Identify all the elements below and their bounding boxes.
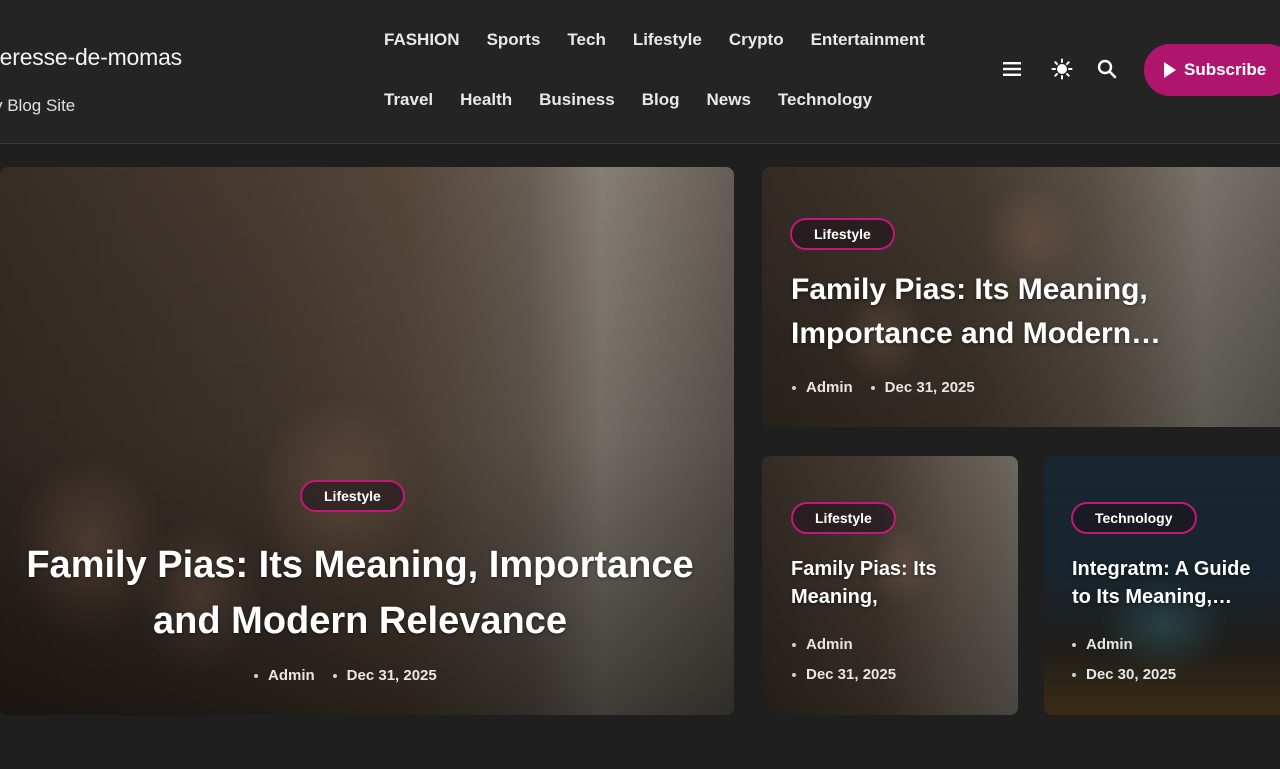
bullet-icon xyxy=(332,673,337,678)
post-author[interactable]: Admin xyxy=(806,636,853,653)
post-meta-date: Dec 31, 2025 xyxy=(792,666,896,683)
category-badge[interactable]: Lifestyle xyxy=(300,480,405,512)
bullet-icon xyxy=(1072,672,1076,677)
sun-icon[interactable] xyxy=(1051,58,1073,80)
post-title[interactable]: Family Pias: Its Meaning, xyxy=(791,555,961,611)
bullet-icon xyxy=(792,672,796,677)
featured-post-bottom-right[interactable]: Technology Integratm: A Guide to Its Mea… xyxy=(1044,456,1280,715)
featured-post-main[interactable]: Lifestyle Family Pias: Its Meaning, Impo… xyxy=(0,167,734,715)
nav-item-travel[interactable]: Travel xyxy=(384,90,433,110)
post-meta-author: Admin xyxy=(1072,636,1133,653)
post-author[interactable]: Admin xyxy=(1086,636,1133,653)
post-meta: Admin Dec 31, 2025 xyxy=(792,379,975,396)
nav-item-entertainment[interactable]: Entertainment xyxy=(811,30,925,50)
bullet-icon xyxy=(1072,642,1076,647)
primary-nav-row-2: Travel Health Business Blog News Technol… xyxy=(384,90,899,110)
category-badge[interactable]: Technology xyxy=(1071,502,1197,534)
post-title[interactable]: Integratm: A Guide to Its Meaning,… xyxy=(1072,555,1272,611)
post-meta-author: Admin xyxy=(792,636,853,653)
nav-item-crypto[interactable]: Crypto xyxy=(729,30,784,50)
post-title[interactable]: Family Pias: Its Meaning, Importance and… xyxy=(791,268,1231,356)
nav-item-news[interactable]: News xyxy=(707,90,751,110)
site-tagline: y Blog Site xyxy=(0,96,76,115)
post-date: Dec 30, 2025 xyxy=(1086,666,1177,683)
bullet-icon xyxy=(792,385,796,390)
nav-item-tech[interactable]: Tech xyxy=(567,30,605,50)
post-date: Dec 31, 2025 xyxy=(884,379,975,396)
post-title[interactable]: Family Pias: Its Meaning, Importance and… xyxy=(10,537,710,649)
subscribe-label: Subscribe xyxy=(1184,60,1267,79)
site-header: rteresse-de-momas y Blog Site FASHION Sp… xyxy=(0,0,1280,144)
post-meta-date: Dec 30, 2025 xyxy=(1072,666,1176,683)
nav-item-lifestyle[interactable]: Lifestyle xyxy=(633,30,702,50)
featured-post-bottom-left[interactable]: Lifestyle Family Pias: Its Meaning, Admi… xyxy=(762,456,1018,715)
category-badge[interactable]: Lifestyle xyxy=(790,218,895,250)
primary-nav-row-1: FASHION Sports Tech Lifestyle Crypto Ent… xyxy=(384,30,952,50)
nav-item-business[interactable]: Business xyxy=(539,90,615,110)
bullet-icon xyxy=(870,385,875,390)
menu-icon[interactable] xyxy=(1001,58,1023,80)
subscribe-button[interactable]: Subscribe xyxy=(1144,44,1280,96)
play-icon xyxy=(1164,62,1176,78)
post-author[interactable]: Admin xyxy=(806,379,853,396)
search-icon[interactable] xyxy=(1096,58,1118,80)
bullet-icon xyxy=(792,642,796,647)
bullet-icon xyxy=(254,673,258,678)
nav-item-sports[interactable]: Sports xyxy=(487,30,541,50)
category-badge[interactable]: Lifestyle xyxy=(791,502,896,534)
featured-post-top-right[interactable]: Lifestyle Family Pias: Its Meaning, Impo… xyxy=(762,167,1280,427)
nav-item-technology[interactable]: Technology xyxy=(778,90,872,110)
post-author[interactable]: Admin xyxy=(268,667,315,684)
post-date: Dec 31, 2025 xyxy=(346,667,437,684)
nav-item-blog[interactable]: Blog xyxy=(642,90,680,110)
post-meta: Admin Dec 31, 2025 xyxy=(254,667,437,684)
nav-item-fashion[interactable]: FASHION xyxy=(384,30,460,50)
post-date: Dec 31, 2025 xyxy=(806,666,897,683)
nav-item-health[interactable]: Health xyxy=(460,90,512,110)
site-title[interactable]: rteresse-de-momas xyxy=(0,44,182,71)
